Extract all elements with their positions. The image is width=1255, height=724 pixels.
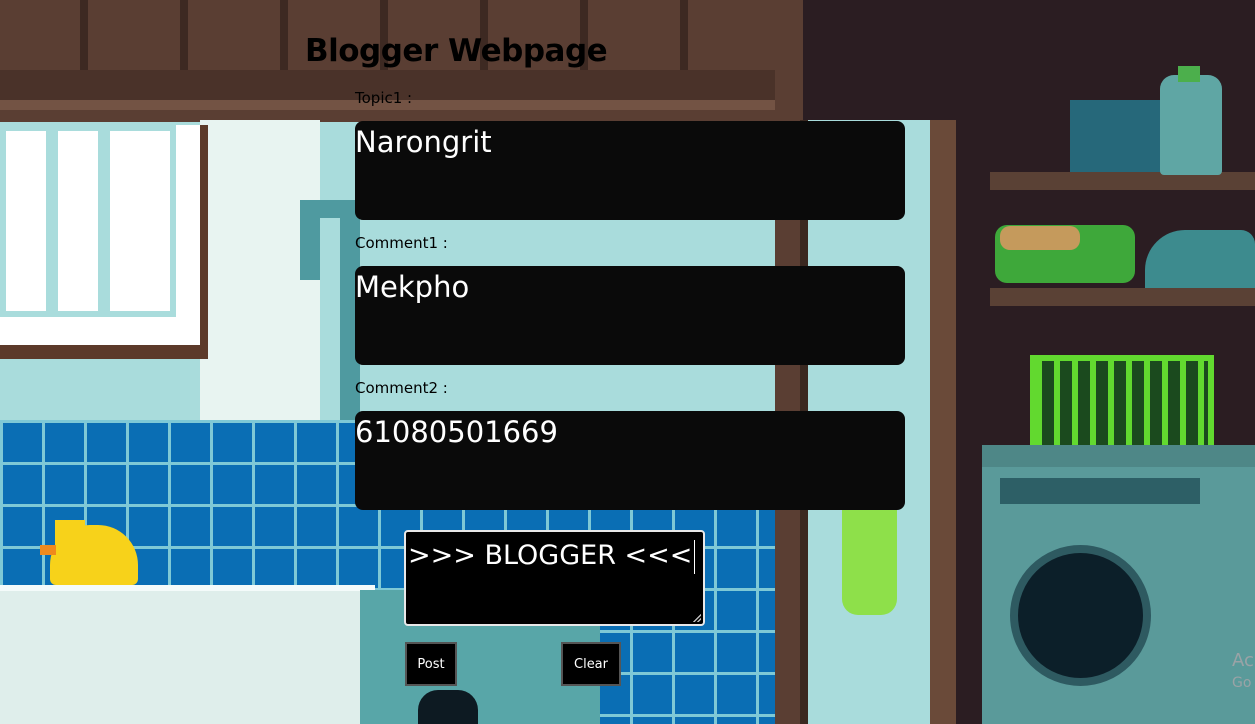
comment2-field[interactable]: 61080501669 bbox=[355, 411, 905, 510]
comment1-label: Comment1 : bbox=[355, 234, 448, 252]
comment1-field[interactable]: Mekpho bbox=[355, 266, 905, 365]
watermark-line2: Go bbox=[1232, 675, 1252, 691]
page-title: Blogger Webpage bbox=[305, 33, 608, 69]
post-button[interactable]: Post bbox=[405, 642, 457, 686]
topic1-label: Topic1 : bbox=[355, 89, 413, 107]
activation-watermark: Ac Go bbox=[1232, 650, 1254, 694]
blog-textarea[interactable]: >>> BLOGGER <<< bbox=[404, 530, 705, 626]
text-caret bbox=[694, 539, 696, 574]
resize-handle-icon[interactable] bbox=[693, 614, 701, 622]
topic1-field[interactable]: Narongrit bbox=[355, 121, 905, 220]
comment2-label: Comment2 : bbox=[355, 379, 448, 397]
blog-textarea-text: >>> BLOGGER <<< bbox=[408, 540, 693, 571]
watermark-line1: Ac bbox=[1232, 650, 1254, 671]
clear-button[interactable]: Clear bbox=[561, 642, 621, 686]
